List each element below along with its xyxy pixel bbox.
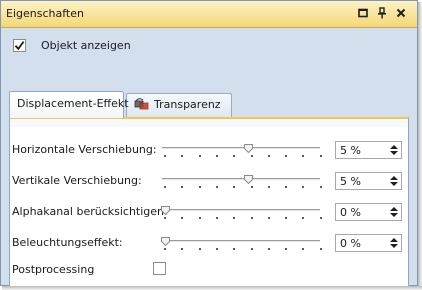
slider-tick bbox=[164, 186, 166, 188]
tab-label: Transparenz bbox=[154, 98, 221, 111]
postprocessing-label: Postprocessing bbox=[12, 263, 95, 276]
slider-tick bbox=[233, 217, 236, 219]
slider-tick bbox=[302, 248, 305, 250]
alpha-channel-track[interactable] bbox=[162, 209, 320, 211]
alpha-channel-slider-thumb[interactable] bbox=[161, 205, 170, 216]
spin-arrows-icon[interactable] bbox=[389, 143, 399, 157]
vertical-shift-track[interactable] bbox=[162, 178, 320, 180]
slider-tick bbox=[319, 186, 322, 188]
lighting-effect-label: Beleuchtungseffekt: bbox=[12, 236, 123, 249]
slider-tick bbox=[285, 217, 288, 219]
horizontal-shift-track[interactable] bbox=[162, 147, 320, 149]
alpha-channel-spinbox[interactable]: 0 % bbox=[335, 203, 402, 221]
checkmark-icon bbox=[14, 41, 25, 51]
window-shadow-right bbox=[418, 2, 422, 288]
slider-tick bbox=[198, 186, 201, 188]
slider-tick bbox=[233, 155, 236, 157]
slider-tick bbox=[181, 155, 184, 157]
slider-tick bbox=[267, 186, 270, 188]
vertical-shift-ticks bbox=[162, 186, 322, 189]
slider-tick bbox=[198, 155, 201, 157]
vertical-shift-spinbox[interactable]: 5 % bbox=[335, 172, 402, 190]
slider-tick bbox=[181, 248, 184, 250]
spin-arrows-icon[interactable] bbox=[389, 236, 399, 250]
slider-tick bbox=[233, 248, 236, 250]
properties-window: Eigenschaften Objekt anzeigen Displaceme… bbox=[0, 0, 418, 287]
alpha-channel-ticks bbox=[162, 217, 322, 220]
displacement-panel: Horizontale Verschiebung: 5 % Vertikale … bbox=[9, 117, 409, 287]
slider-tick bbox=[267, 155, 270, 157]
vertical-shift-label: Vertikale Verschiebung: bbox=[12, 174, 142, 187]
spin-arrows-icon[interactable] bbox=[389, 205, 399, 219]
show-object-label: Objekt anzeigen bbox=[41, 39, 131, 52]
lighting-effect-value: 0 % bbox=[340, 237, 361, 250]
slider-tick bbox=[198, 217, 201, 219]
alpha-channel-value: 0 % bbox=[340, 206, 361, 219]
slider-tick bbox=[319, 217, 322, 219]
slider-tick bbox=[285, 248, 288, 250]
lighting-effect-track[interactable] bbox=[162, 240, 320, 242]
close-icon[interactable] bbox=[394, 6, 408, 20]
pin-icon[interactable] bbox=[375, 6, 389, 20]
slider-tick bbox=[215, 155, 218, 157]
slider-tick bbox=[267, 248, 270, 250]
vertical-shift-value: 5 % bbox=[340, 175, 361, 188]
horizontal-shift-row: Horizontale Verschiebung: 5 % bbox=[10, 141, 408, 161]
horizontal-shift-value: 5 % bbox=[340, 144, 361, 157]
spin-arrows-icon[interactable] bbox=[389, 174, 399, 188]
horizontal-shift-ticks bbox=[162, 155, 322, 158]
tab-displacement-effect[interactable]: Displacement-Effekt bbox=[9, 91, 129, 118]
slider-tick bbox=[319, 155, 322, 157]
tab-label: Displacement-Effekt bbox=[17, 97, 129, 110]
slider-tick bbox=[164, 248, 166, 250]
window-title: Eigenschaften bbox=[6, 7, 84, 20]
slider-tick bbox=[215, 186, 218, 188]
slider-tick bbox=[164, 217, 166, 219]
slider-tick bbox=[250, 217, 253, 219]
vertical-shift-slider-thumb[interactable] bbox=[243, 174, 253, 185]
show-object-checkbox[interactable] bbox=[13, 39, 26, 52]
slider-tick bbox=[267, 217, 270, 219]
slider-tick bbox=[233, 186, 236, 188]
postprocessing-checkbox[interactable] bbox=[153, 262, 166, 275]
slider-tick bbox=[319, 248, 322, 250]
slider-tick bbox=[215, 248, 218, 250]
panel-header-band bbox=[10, 119, 408, 127]
slider-tick bbox=[250, 155, 253, 157]
vertical-shift-row: Vertikale Verschiebung: 5 % bbox=[10, 172, 408, 192]
horizontal-shift-slider-thumb[interactable] bbox=[243, 143, 253, 154]
tab-transparency[interactable]: Transparenz bbox=[126, 93, 232, 117]
lighting-effect-slider-thumb[interactable] bbox=[161, 236, 170, 247]
alpha-channel-label: Alphakanal berücksichtigen: bbox=[12, 205, 168, 218]
slider-tick bbox=[164, 155, 166, 157]
lighting-effect-ticks bbox=[162, 248, 322, 251]
lighting-effect-spinbox[interactable]: 0 % bbox=[335, 234, 402, 252]
horizontal-shift-spinbox[interactable]: 5 % bbox=[335, 141, 402, 159]
slider-tick bbox=[250, 186, 253, 188]
transparency-icon bbox=[134, 97, 150, 119]
slider-tick bbox=[198, 248, 201, 250]
slider-tick bbox=[181, 186, 184, 188]
alpha-channel-row: Alphakanal berücksichtigen: 0 % bbox=[10, 203, 408, 223]
horizontal-shift-label: Horizontale Verschiebung: bbox=[12, 143, 157, 156]
restore-icon[interactable] bbox=[356, 6, 370, 20]
slider-tick bbox=[302, 217, 305, 219]
slider-tick bbox=[285, 186, 288, 188]
slider-tick bbox=[250, 248, 253, 250]
lighting-effect-row: Beleuchtungseffekt: 0 % bbox=[10, 234, 408, 254]
slider-tick bbox=[181, 217, 184, 219]
window-shadow-bottom bbox=[2, 286, 422, 290]
slider-tick bbox=[302, 155, 305, 157]
slider-tick bbox=[215, 217, 218, 219]
slider-tick bbox=[285, 155, 288, 157]
title-bar[interactable]: Eigenschaften bbox=[1, 1, 417, 28]
slider-tick bbox=[302, 186, 305, 188]
